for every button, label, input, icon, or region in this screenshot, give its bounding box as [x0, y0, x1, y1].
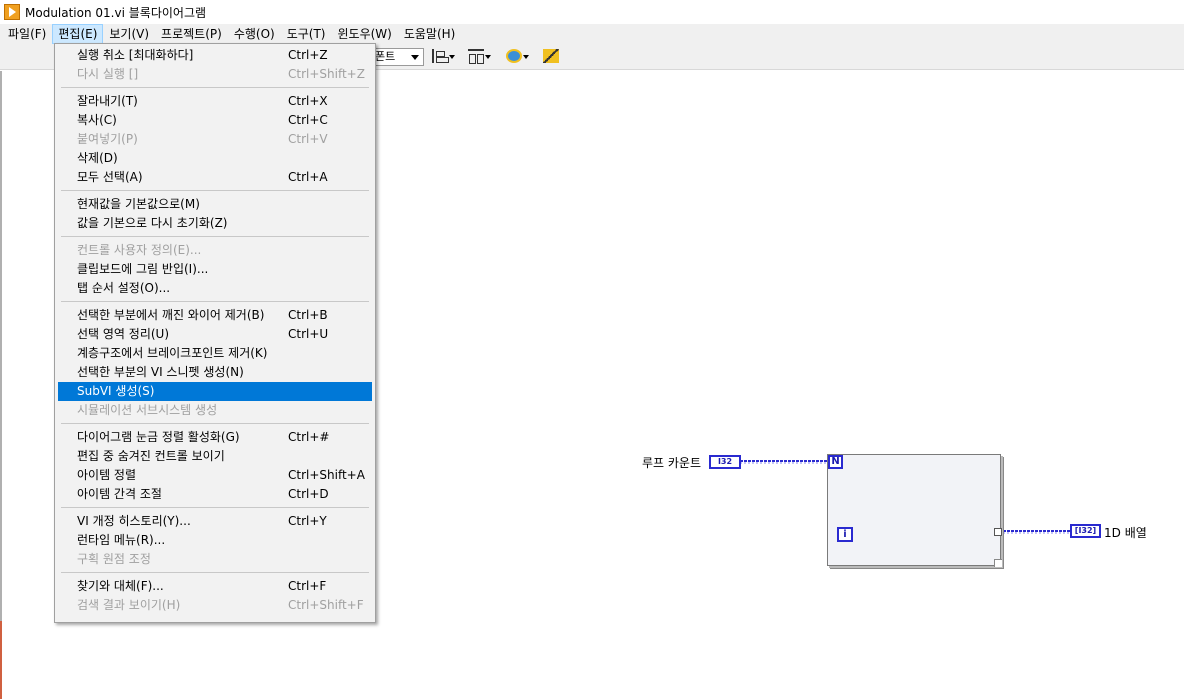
menu-item-set-tab-order[interactable]: 탭 순서 설정(O)...: [58, 279, 372, 298]
menu-item-show-search-results: 검색 결과 보이기(H) Ctrl+Shift+F: [77, 598, 364, 612]
menu-file[interactable]: 파일(F): [2, 24, 52, 44]
menu-separator: [61, 87, 369, 88]
menu-operate[interactable]: 수행(O): [228, 24, 281, 44]
window-edge: [0, 621, 2, 699]
menu-item-runtime-menu[interactable]: 런타임 메뉴(R)...: [58, 531, 372, 550]
loop-count-label: 루프 카운트: [642, 456, 702, 470]
reorder-icon: [506, 49, 522, 63]
menu-item-customize-control: 컨트롤 사용자 정의(E)...: [77, 243, 202, 257]
menu-window[interactable]: 윈도우(W): [331, 24, 397, 44]
menu-separator: [61, 301, 369, 302]
menu-item-copy[interactable]: 복사(C) Ctrl+C: [58, 111, 372, 130]
chevron-down-icon: [411, 55, 419, 60]
menu-separator: [61, 507, 369, 508]
menu-item-create-simulation-subsystem: 시뮬레이션 서브시스템 생성: [77, 403, 218, 417]
window-edge: [0, 71, 2, 621]
dropdown-arrow-icon: [485, 55, 491, 59]
menu-item-align-items[interactable]: 아이템 정렬 Ctrl+Shift+A: [58, 466, 372, 485]
menu-item-make-current-default[interactable]: 현재값을 기본값으로(M): [58, 195, 372, 214]
clean-up-diagram-button[interactable]: [543, 49, 559, 65]
array-indicator-terminal[interactable]: [I32]: [1070, 524, 1101, 538]
menu-item-create-vi-snippet[interactable]: 선택한 부분의 VI 스니펫 생성(N): [58, 363, 372, 382]
menu-item-remove-breakpoints[interactable]: 계층구조에서 브레이크포인트 제거(K): [58, 344, 372, 363]
menu-edit[interactable]: 편집(E): [52, 24, 104, 44]
menu-item-cut[interactable]: 잘라내기(T) Ctrl+X: [58, 92, 372, 111]
menu-separator: [61, 423, 369, 424]
menu-separator: [61, 572, 369, 573]
edit-menu-dropdown: 실행 취소 [최대화하다] Ctrl+Z 다시 실행 [] Ctrl+Shift+Z…: [54, 43, 376, 623]
menu-item-clean-up-selection[interactable]: 선택 영역 정리(U) Ctrl+U: [58, 325, 372, 344]
menu-item-create-subvi[interactable]: SubVI 생성(S): [58, 382, 372, 401]
menu-tools[interactable]: 도구(T): [281, 24, 332, 44]
distribute-objects-icon: [468, 49, 484, 64]
menu-item-paste: 붙여넣기(P) Ctrl+V: [77, 132, 328, 146]
reorder-button[interactable]: [506, 49, 529, 65]
menu-bar: 파일(F) 편집(E) 보기(V) 프로젝트(P) 수행(O) 도구(T) 윈도…: [0, 24, 1184, 44]
labview-block-diagram-window: Modulation 01.vi 블록다이어그램 파일(F) 편집(E) 보기(…: [0, 0, 1184, 699]
loop-corner-fold: [994, 559, 1002, 567]
menu-view[interactable]: 보기(V): [103, 24, 155, 44]
menu-separator: [61, 236, 369, 237]
menu-help[interactable]: 도움말(H): [398, 24, 462, 44]
for-loop-structure[interactable]: [827, 454, 1002, 567]
menu-item-vi-revision-history[interactable]: VI 개정 히스토리(Y)... Ctrl+Y: [58, 512, 372, 531]
labview-app-icon: [4, 4, 20, 20]
font-dropdown[interactable]: 폰트: [368, 48, 424, 66]
menu-item-undo[interactable]: 실행 취소 [최대화하다] Ctrl+Z: [58, 46, 372, 65]
dropdown-arrow-icon: [449, 55, 455, 59]
dropdown-arrow-icon: [523, 55, 529, 59]
menu-item-import-picture[interactable]: 클립보드에 그림 반입(I)...: [58, 260, 372, 279]
menu-item-reinit-to-default[interactable]: 값을 기본으로 다시 초기화(Z): [58, 214, 372, 233]
menu-item-show-hidden-controls[interactable]: 편집 중 숨겨진 컨트롤 보이기: [58, 447, 372, 466]
clean-up-diagram-icon: [543, 49, 559, 63]
count-terminal[interactable]: N: [828, 455, 843, 469]
auto-index-tunnel[interactable]: [994, 528, 1002, 536]
array-label: 1D 배열: [1104, 526, 1147, 540]
menu-item-enable-grid-align[interactable]: 다이어그램 눈금 정렬 활성화(G) Ctrl+#: [58, 428, 372, 447]
menu-item-redo: 다시 실행 [] Ctrl+Shift+Z: [77, 67, 365, 81]
menu-item-distribute-items[interactable]: 아이템 간격 조절 Ctrl+D: [58, 485, 372, 504]
menu-project[interactable]: 프로젝트(P): [155, 24, 228, 44]
menu-item-select-all[interactable]: 모두 선택(A) Ctrl+A: [58, 168, 372, 187]
menu-item-remove-broken-wires[interactable]: 선택한 부분에서 깨진 와이어 제거(B) Ctrl+B: [58, 306, 372, 325]
loop-count-control-terminal[interactable]: I32: [709, 455, 741, 469]
menu-separator: [61, 190, 369, 191]
window-title: Modulation 01.vi 블록다이어그램: [25, 5, 207, 20]
distribute-objects-button[interactable]: [468, 49, 491, 65]
title-bar: Modulation 01.vi 블록다이어그램: [0, 0, 1184, 24]
font-dropdown-label: 폰트: [375, 50, 396, 63]
align-objects-icon: [432, 49, 449, 63]
align-objects-button[interactable]: [432, 49, 455, 65]
menu-item-delete[interactable]: 삭제(D): [58, 149, 372, 168]
menu-item-set-pane-origin: 구획 원점 조정: [77, 552, 151, 566]
menu-item-find-and-replace[interactable]: 찾기와 대체(F)... Ctrl+F: [58, 577, 372, 596]
iteration-terminal[interactable]: i: [837, 527, 853, 542]
